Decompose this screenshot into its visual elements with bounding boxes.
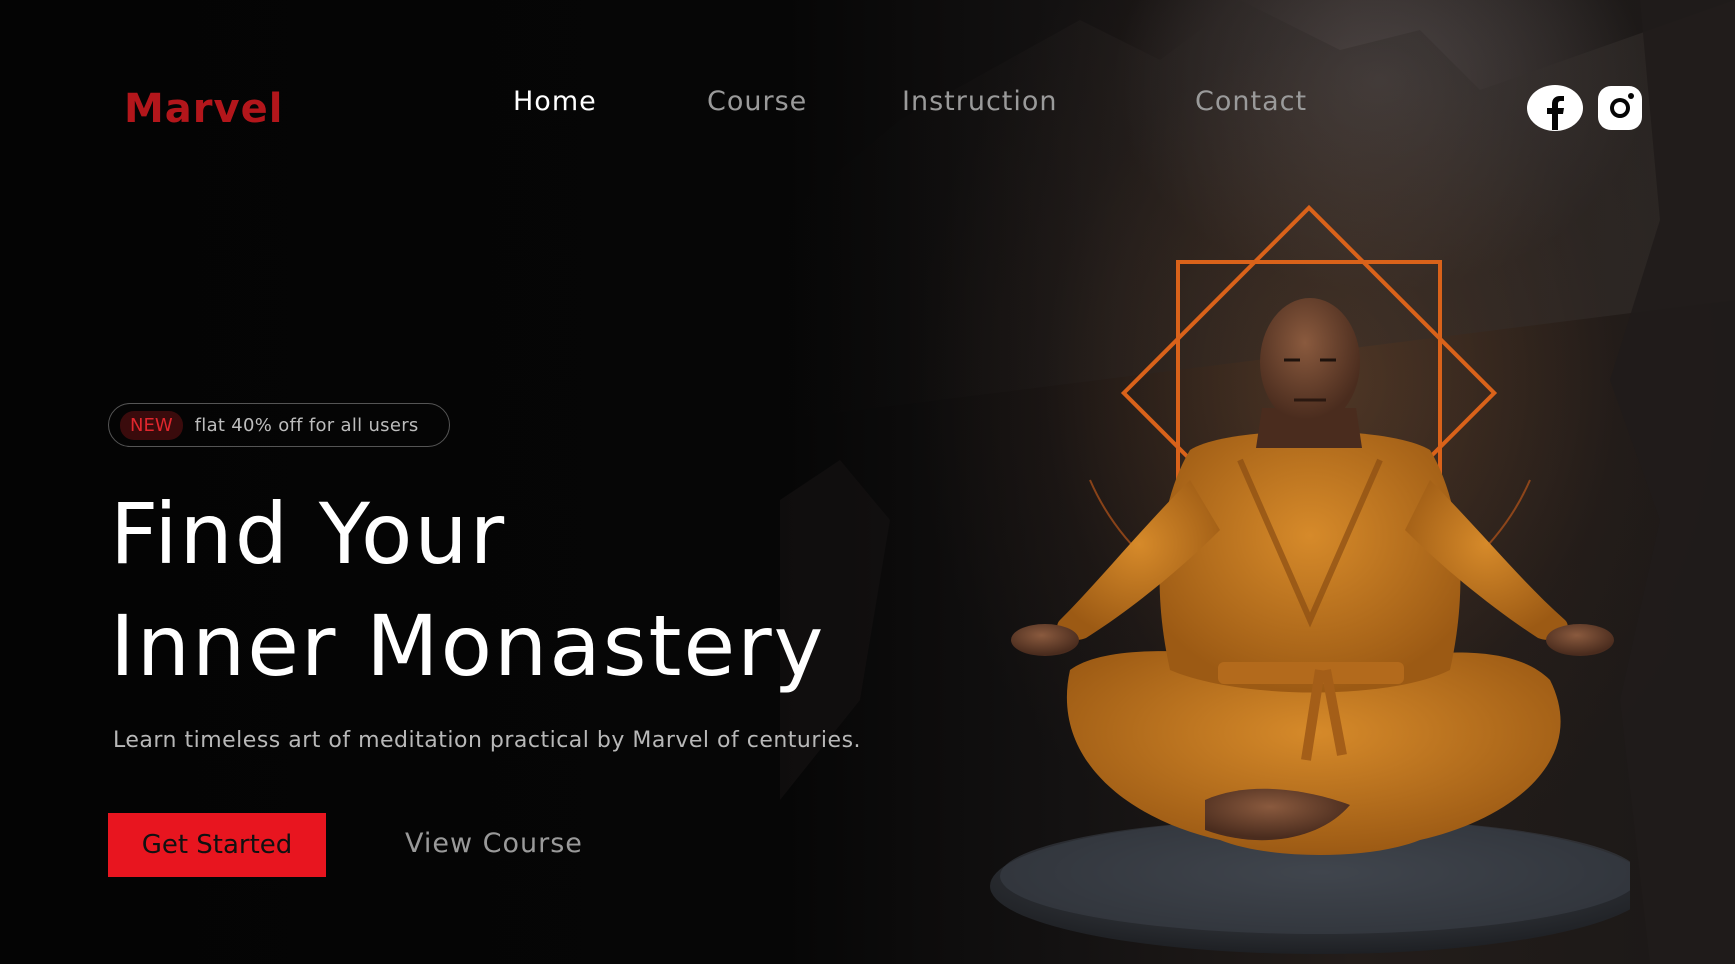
promo-text: flat 40% off for all users	[194, 414, 419, 436]
monk-head	[1260, 298, 1360, 426]
monk-right-hand	[1546, 624, 1614, 656]
promo-pill[interactable]: NEW flat 40% off for all users	[108, 403, 450, 447]
hero-subtitle: Learn timeless art of meditation practic…	[113, 728, 862, 753]
logo[interactable]: Marvel	[124, 86, 283, 132]
nav-contact[interactable]: Contact	[1195, 86, 1307, 117]
nav-home[interactable]: Home	[513, 86, 597, 117]
nav-instruction[interactable]: Instruction	[902, 86, 1058, 117]
monk-belt	[1218, 662, 1404, 684]
hero-title-line-1: Find Your	[110, 485, 507, 583]
view-course-link[interactable]: View Course	[405, 828, 583, 859]
hero-title: Find Your Inner Monastery	[110, 478, 825, 702]
instagram-icon[interactable]	[1597, 84, 1643, 136]
facebook-icon[interactable]	[1526, 84, 1584, 136]
hero-title-line-2: Inner Monastery	[110, 597, 826, 695]
new-badge: NEW	[120, 410, 183, 440]
nav-course[interactable]: Course	[707, 86, 807, 117]
get-started-button[interactable]: Get Started	[108, 813, 326, 877]
monk-torso	[1159, 431, 1461, 693]
monk-left-hand	[1011, 624, 1079, 656]
meditating-monk-illustration	[990, 204, 1630, 954]
